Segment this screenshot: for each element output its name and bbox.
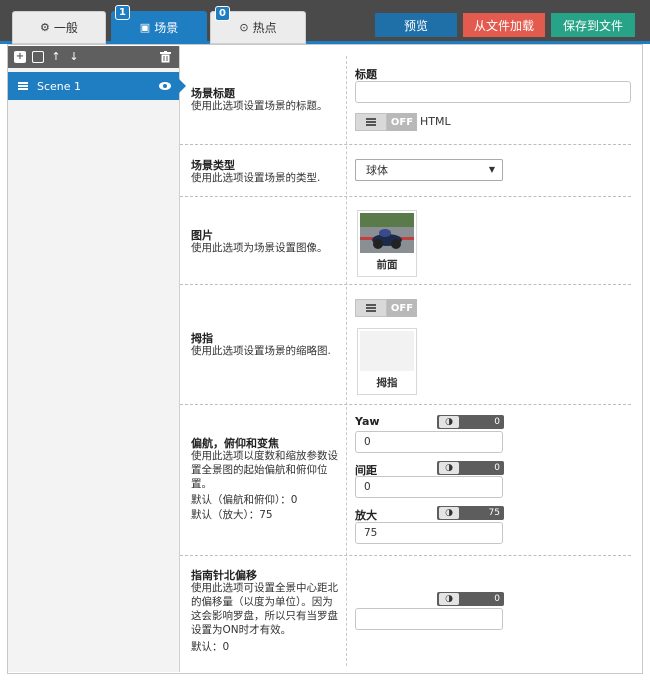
compass-slider[interactable]: ◑ 0 — [437, 592, 504, 606]
compass-slider-value: 0 — [494, 594, 500, 604]
section-divider — [180, 555, 631, 556]
thumb-caption: 拇指 — [376, 377, 398, 389]
section-compass-default: 默认：0 — [191, 641, 230, 653]
chevron-down-icon: ▼ — [488, 165, 495, 174]
arrow-down-icon[interactable]: ↓ — [68, 51, 80, 63]
section-type-desc: 使用此选项设置场景的类型. — [191, 172, 321, 184]
tab-label: 一般 — [53, 21, 78, 35]
scene-toolbar: + ↑ ↓ — [8, 46, 179, 68]
section-compass-desc: 使用此选项可设置全景中心距北的偏移量（以度为单位）。因为这会影响罗盘，所以只有当… — [191, 582, 338, 636]
spin-icon: ◑ — [439, 462, 459, 474]
duplicate-icon[interactable] — [32, 51, 44, 63]
column-divider — [346, 56, 347, 666]
hotspot-count-badge: 0 — [215, 6, 230, 21]
zoom-label: 放大 — [355, 509, 377, 522]
image-caption: 前面 — [376, 259, 398, 271]
section-view-default2: 默认（放大）：75 — [191, 509, 273, 521]
scene-name: Scene 1 — [37, 79, 82, 93]
yaw-input[interactable]: 0 — [355, 431, 503, 453]
toggle-handle-icon — [366, 304, 376, 312]
zoom-slider[interactable]: ◑ 75 — [437, 506, 504, 520]
section-divider — [180, 144, 631, 145]
html-toggle[interactable]: OFF — [355, 113, 417, 131]
scene-image-thumbnail — [360, 213, 414, 253]
tab-label: 热点 — [252, 21, 277, 35]
yaw-label: Yaw — [355, 415, 380, 428]
title-input[interactable] — [355, 81, 631, 103]
pitch-slider-value: 0 — [494, 463, 500, 473]
tab-hotspots[interactable]: 0 ⊙ 热点 — [210, 6, 306, 44]
html-toggle-label: HTML — [420, 115, 451, 128]
toggle-state: OFF — [387, 113, 417, 131]
drag-handle-icon[interactable] — [18, 82, 28, 90]
select-value: 球体 — [366, 164, 388, 177]
scene-type-select[interactable]: 球体 ▼ — [355, 159, 503, 181]
pitch-input[interactable]: 0 — [355, 476, 503, 498]
section-divider — [180, 284, 631, 285]
tab-label: 场景 — [154, 21, 179, 35]
pitch-slider[interactable]: ◑ 0 — [437, 461, 504, 475]
image-icon: ▣ — [139, 21, 151, 34]
scene-list-item[interactable]: Scene 1 — [8, 72, 186, 100]
arrow-up-icon[interactable]: ↑ — [50, 51, 62, 63]
spin-icon: ◑ — [439, 507, 459, 519]
toggle-handle-icon — [366, 118, 376, 126]
tab-scenes[interactable]: 1 ▣ 场景 — [111, 5, 207, 44]
section-image-desc: 使用此选项为场景设置图像。 — [191, 242, 328, 254]
thumb-placeholder — [360, 331, 414, 371]
eye-icon[interactable] — [159, 80, 171, 93]
section-title-desc: 使用此选项设置场景的标题。 — [191, 100, 328, 112]
yaw-slider[interactable]: ◑ 0 — [437, 415, 504, 429]
gear-icon: ⚙ — [40, 21, 50, 34]
add-icon[interactable]: + — [14, 51, 26, 63]
section-view-desc: 使用此选项以度数和缩放参数设置全景图的起始偏航和俯仰位置。 — [191, 450, 338, 490]
scene-sidebar: + ↑ ↓ Scene 1 — [8, 46, 186, 672]
title-field-label: 标题 — [355, 68, 377, 81]
tab-general[interactable]: ⚙ 一般 — [12, 11, 106, 44]
zoom-input[interactable]: 75 — [355, 522, 503, 544]
section-divider — [180, 404, 631, 405]
trash-icon[interactable] — [159, 51, 171, 63]
top-bar: ⚙ 一般 1 ▣ 场景 0 ⊙ 热点 预览 从文件加载 保存到文件 — [0, 0, 650, 44]
section-view-default1: 默认（偏航和俯仰）：0 — [191, 494, 298, 506]
spin-icon: ◑ — [439, 593, 459, 605]
spin-icon: ◑ — [439, 416, 459, 428]
section-thumb-desc: 使用此选项设置场景的缩略图. — [191, 345, 331, 357]
load-from-file-button[interactable]: 从文件加载 — [463, 13, 545, 37]
save-to-file-button[interactable]: 保存到文件 — [551, 13, 635, 37]
thumb-image-card[interactable]: 拇指 — [357, 328, 417, 395]
thumb-toggle[interactable]: OFF — [355, 299, 417, 317]
front-image-card[interactable]: 前面 — [357, 210, 417, 277]
scene-count-badge: 1 — [115, 5, 130, 20]
preview-button[interactable]: 预览 — [375, 13, 457, 37]
toggle-state: OFF — [387, 299, 417, 317]
compass-input[interactable] — [355, 608, 503, 630]
target-icon: ⊙ — [239, 21, 249, 34]
zoom-slider-value: 75 — [488, 508, 500, 518]
yaw-slider-value: 0 — [494, 417, 500, 427]
section-divider — [180, 196, 631, 197]
